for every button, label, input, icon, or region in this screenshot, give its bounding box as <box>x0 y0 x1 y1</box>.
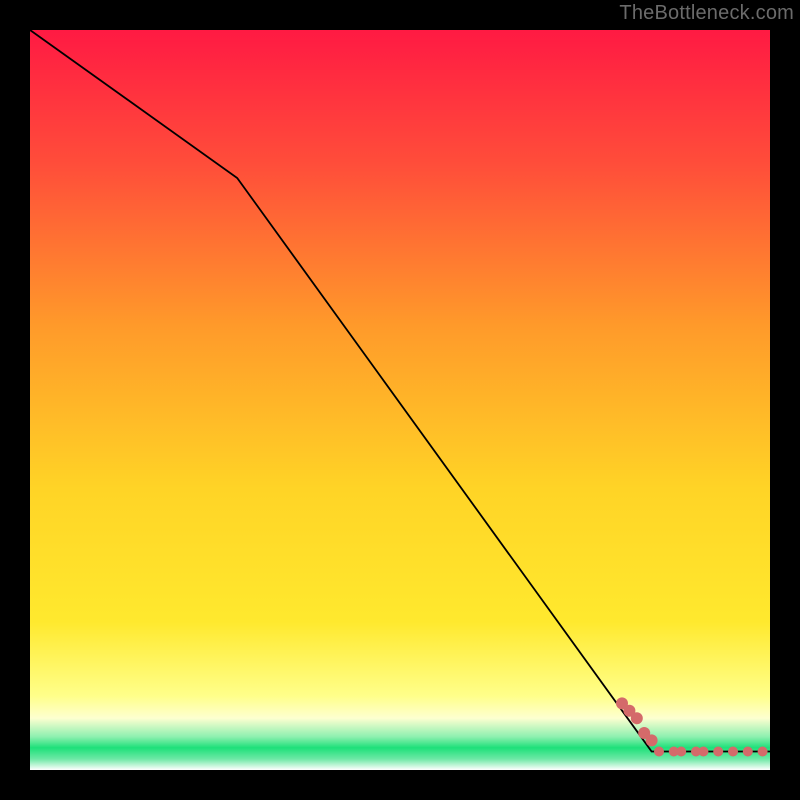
chart-frame: TheBottleneck.com <box>0 0 800 800</box>
data-point <box>646 734 658 746</box>
data-point <box>654 747 664 757</box>
data-point <box>743 747 753 757</box>
data-point <box>698 747 708 757</box>
gradient-background <box>30 30 770 770</box>
data-point <box>631 712 643 724</box>
data-point <box>758 747 768 757</box>
data-point <box>713 747 723 757</box>
data-point <box>728 747 738 757</box>
chart-svg <box>30 30 770 770</box>
data-point <box>676 747 686 757</box>
watermark-label: TheBottleneck.com <box>619 2 794 25</box>
plot-area <box>30 30 770 770</box>
